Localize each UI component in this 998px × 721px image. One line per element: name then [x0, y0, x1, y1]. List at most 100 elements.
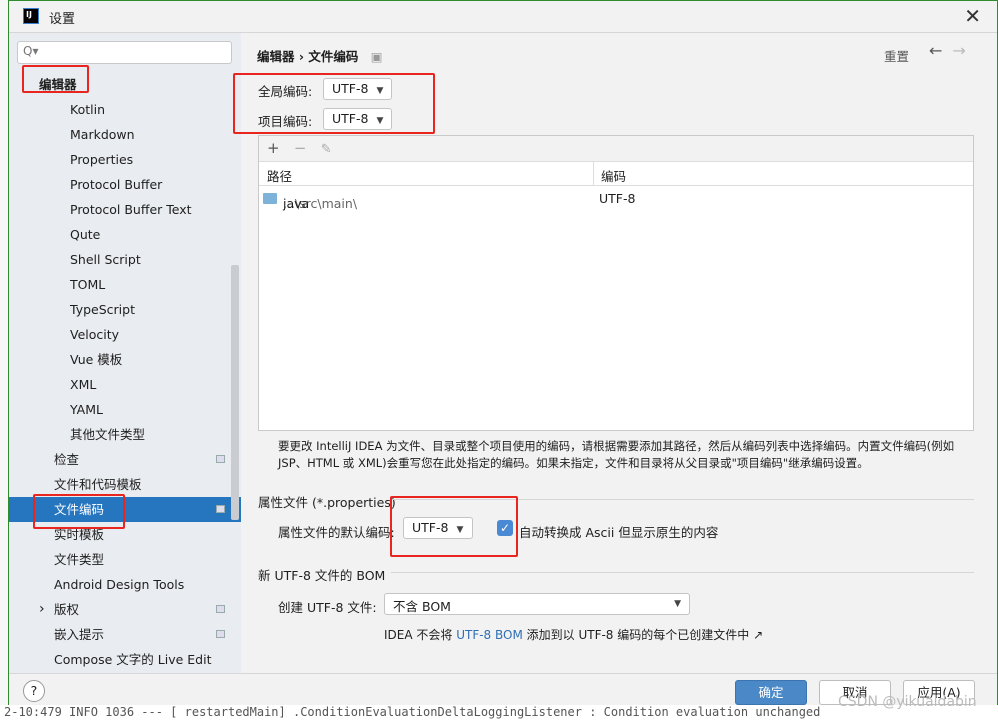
table-row[interactable]: ...\src\main\ java UTF-8 — [259, 186, 973, 212]
sidebar-item-label: Kotlin — [70, 102, 105, 117]
sidebar-item-label: Shell Script — [70, 252, 141, 267]
folder-icon — [263, 193, 277, 204]
column-header-path[interactable]: 路径 — [267, 166, 292, 185]
reset-link[interactable]: 重置 — [884, 46, 909, 65]
watermark: CSDN @yikuaidabin — [838, 694, 977, 710]
sidebar-item[interactable]: Kotlin — [9, 97, 241, 122]
breadcrumb-separator: › — [298, 49, 305, 64]
sidebar-item[interactable]: Protocol Buffer — [9, 172, 241, 197]
row-path: ...\src\main\ java — [263, 191, 357, 211]
dropdown-arrow-icon: ▼ — [376, 86, 384, 96]
sidebar-item-label: Properties — [70, 152, 134, 167]
sidebar-item[interactable]: Protocol Buffer Text — [9, 197, 241, 222]
utf8-bom-link[interactable]: UTF-8 BOM — [456, 628, 523, 642]
dropdown-arrow-icon: ▼ — [456, 525, 464, 535]
sidebar-item[interactable]: Velocity — [9, 322, 241, 347]
sidebar-item[interactable]: Shell Script — [9, 247, 241, 272]
main-panel: 编辑器 › 文件编码 ▣ 重置 ←→ 全局编码: UTF-8 ▼ 项目编码: UT… — [241, 33, 997, 673]
sidebar-item[interactable]: › 版权 — [9, 597, 241, 622]
project-scope-icon — [216, 505, 225, 513]
remove-icon[interactable]: − — [294, 139, 307, 157]
sidebar-item[interactable]: Markdown — [9, 122, 241, 147]
sidebar-item-label: 检查 — [54, 452, 80, 467]
settings-sidebar: Q▾ 编辑器 Kotlin Markdown Properties Protocol B… — [9, 33, 241, 673]
sidebar-item[interactable]: Qute — [9, 222, 241, 247]
project-encoding-value: UTF-8 — [332, 111, 369, 126]
edit-icon[interactable]: ✎ — [321, 142, 332, 157]
properties-encoding-select[interactable]: UTF-8 ▼ — [403, 517, 473, 539]
sidebar-item-label: Velocity — [70, 327, 120, 342]
settings-dialog: IJ 设置 ✕ Q▾ 编辑器 Kotlin Markdown Properties Pr… — [8, 0, 998, 705]
create-utf8-label: 创建 UTF-8 文件: — [278, 600, 377, 615]
ascii-checkbox-label[interactable]: 自动转换成 Ascii 但显示原生的内容 — [519, 522, 718, 541]
sidebar-item-label: 文件编码 — [54, 502, 105, 517]
sidebar-item-label: 版权 — [54, 602, 80, 617]
project-scope-icon: ▣ — [370, 49, 383, 64]
forward-arrow-icon[interactable]: → — [952, 41, 975, 60]
breadcrumb: 编辑器 › 文件编码 ▣ — [257, 46, 383, 65]
sidebar-item-label: 其他文件类型 — [70, 427, 146, 442]
close-icon[interactable]: ✕ — [964, 4, 981, 28]
ok-button[interactable]: 确定 — [735, 680, 807, 705]
sidebar-item[interactable]: Compose 文字的 Live Edit — [9, 647, 241, 672]
sidebar-item-label: Android Design Tools — [54, 577, 185, 592]
sidebar-item-label: Markdown — [70, 127, 135, 142]
sidebar-item[interactable]: YAML — [9, 397, 241, 422]
table-header: 路径 编码 — [259, 162, 973, 186]
sidebar-item[interactable]: 编辑器 — [9, 72, 241, 97]
sidebar-item[interactable]: 文件类型 — [9, 547, 241, 572]
title-bar: IJ 设置 ✕ — [9, 1, 997, 33]
sidebar-item-label: 文件和代码模板 — [54, 477, 142, 492]
properties-encoding-value: UTF-8 — [412, 520, 449, 535]
sidebar-item[interactable]: XML — [9, 372, 241, 397]
sidebar-item-label: Protocol Buffer — [70, 177, 163, 192]
divider — [391, 499, 974, 500]
sidebar-item[interactable]: TOML — [9, 272, 241, 297]
background-window-edge — [0, 0, 8, 721]
project-scope-icon — [216, 455, 225, 463]
sidebar-item-label: 实时模板 — [54, 527, 105, 542]
column-header-encoding[interactable]: 编码 — [601, 166, 626, 185]
project-encoding-label: 项目编码: — [258, 114, 313, 129]
back-arrow-icon[interactable]: ← — [929, 41, 952, 60]
expand-chevron-icon[interactable]: › — [39, 597, 45, 622]
sidebar-item[interactable]: Vue 模板 — [9, 347, 241, 372]
breadcrumb-parent[interactable]: 编辑器 — [257, 49, 295, 64]
table-toolbar: + − ✎ — [259, 136, 973, 162]
sidebar-item[interactable]: Properties — [9, 147, 241, 172]
dropdown-arrow-icon: ▼ — [376, 116, 384, 126]
sidebar-item[interactable]: 其他文件类型 — [9, 422, 241, 447]
row-encoding: UTF-8 — [599, 191, 636, 206]
bom-select-value: 不含 BOM — [393, 599, 451, 614]
sidebar-item[interactable]: TypeScript — [9, 297, 241, 322]
project-scope-icon — [216, 630, 225, 638]
sidebar-item-label: 嵌入提示 — [54, 627, 105, 642]
sidebar-item[interactable]: 嵌入提示 — [9, 622, 241, 647]
sidebar-item-label: TypeScript — [70, 302, 135, 317]
project-encoding-select[interactable]: UTF-8 ▼ — [323, 108, 393, 130]
sidebar-item-label: XML — [70, 377, 97, 392]
description-text: 要更改 IntelliJ IDEA 为文件、目录或整个项目使用的编码，请根据需要… — [278, 439, 955, 470]
sidebar-item[interactable]: 检查 — [9, 447, 241, 472]
sidebar-item[interactable]: Android Design Tools — [9, 572, 241, 597]
divider — [391, 572, 974, 573]
sidebar-item[interactable]: 实时模板 — [9, 522, 241, 547]
sidebar-item[interactable]: 文件和代码模板 — [9, 472, 241, 497]
global-encoding-value: UTF-8 — [332, 81, 369, 96]
sidebar-item-label: Protocol Buffer Text — [70, 202, 192, 217]
global-encoding-select[interactable]: UTF-8 ▼ — [323, 78, 393, 100]
sidebar-item-label: Qute — [70, 227, 101, 242]
add-icon[interactable]: + — [267, 139, 280, 157]
bom-section-title: 新 UTF-8 文件的 BOM — [258, 568, 386, 583]
breadcrumb-current: 文件编码 — [308, 49, 359, 64]
sidebar-item-label: Vue 模板 — [70, 352, 123, 367]
sidebar-item-label: TOML — [70, 277, 106, 292]
sidebar-item[interactable]: 文件编码 — [9, 497, 241, 522]
search-input[interactable]: Q▾ — [17, 41, 232, 64]
sidebar-scrollbar[interactable] — [231, 265, 239, 520]
ascii-checkbox[interactable]: ✓ — [497, 520, 513, 536]
help-button[interactable]: ? — [23, 680, 45, 702]
global-encoding-label: 全局编码: — [258, 84, 313, 99]
bom-select[interactable]: 不含 BOM ▼ — [384, 593, 690, 615]
sidebar-item-label: Compose 文字的 Live Edit — [54, 652, 212, 667]
